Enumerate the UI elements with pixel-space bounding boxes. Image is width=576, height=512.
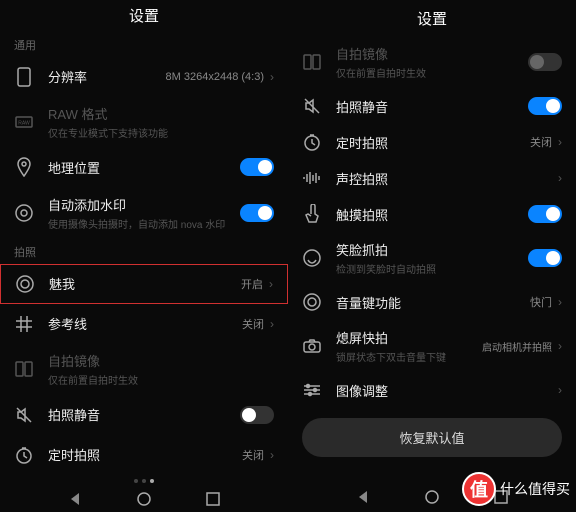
section-photo: 拍照 — [0, 238, 288, 264]
page-title: 设置 — [0, 0, 288, 31]
restore-defaults-button[interactable]: 恢复默认值 — [302, 418, 562, 457]
nav-recent-icon[interactable] — [201, 487, 225, 511]
row-raw: RAW RAW 格式仅在专业模式下支持该功能 — [0, 97, 288, 148]
smile-icon — [302, 248, 322, 268]
mute-icon — [302, 96, 322, 116]
chevron-right-icon: › — [558, 171, 562, 185]
row-quickshot[interactable]: 熄屏快拍锁屏状态下双击音量下键 启动相机并拍照 › — [288, 320, 576, 372]
mirror-icon — [302, 52, 322, 72]
timer-icon — [14, 445, 34, 465]
watermark-icon — [14, 203, 34, 223]
chevron-right-icon: › — [558, 135, 562, 149]
row-smile[interactable]: 笑脸抓拍检测到笑脸时自动拍照 — [288, 232, 576, 284]
navbar-left — [0, 487, 288, 512]
toggle-touch[interactable] — [528, 205, 562, 223]
row-timer-right[interactable]: 定时拍照 关闭 › — [288, 124, 576, 160]
badge-logo-icon: 值 — [462, 472, 496, 506]
toggle-mute-right[interactable] — [528, 97, 562, 115]
row-mute-left[interactable]: 拍照静音 — [0, 395, 288, 435]
row-grid[interactable]: 参考线 关闭 › — [0, 304, 288, 344]
row-mirror-right: 自拍镜像仅在前置自拍时生效 — [288, 36, 576, 88]
nav-home-icon[interactable] — [132, 487, 156, 511]
row-mirror-left: 自拍镜像仅在前置自拍时生效 — [0, 344, 288, 395]
row-watermark[interactable]: 自动添加水印使用摄像头拍摄时，自动添加 nova 水印 — [0, 187, 288, 238]
voice-icon — [302, 168, 322, 188]
chevron-right-icon: › — [270, 317, 274, 331]
svg-text:RAW: RAW — [18, 120, 30, 126]
row-geo[interactable]: 地理位置 — [0, 147, 288, 187]
right-screen: 设置 自拍镜像仅在前置自拍时生效 拍照静音 定时拍照 关闭 › 声控拍照 › 触… — [288, 0, 576, 512]
volume-key-icon — [302, 292, 322, 312]
row-volkey[interactable]: 音量键功能 快门 › — [288, 284, 576, 320]
camera-icon — [302, 336, 322, 356]
timer-icon — [302, 132, 322, 152]
page-dots — [0, 475, 288, 487]
row-mute-right[interactable]: 拍照静音 — [288, 88, 576, 124]
raw-icon: RAW — [14, 112, 34, 132]
location-icon — [14, 157, 34, 177]
sliders-icon — [302, 380, 322, 400]
row-adjust[interactable]: 图像调整 › — [288, 372, 576, 408]
grid-icon — [14, 314, 34, 334]
resolution-icon — [14, 67, 34, 87]
toggle-watermark[interactable] — [240, 204, 274, 222]
chevron-right-icon: › — [269, 277, 273, 291]
mute-icon — [14, 405, 34, 425]
chevron-right-icon: › — [558, 383, 562, 397]
row-meiwo[interactable]: 魅我 开启 › — [0, 264, 288, 304]
toggle-mute-left[interactable] — [240, 406, 274, 424]
row-resolution[interactable]: 分辨率 8M 3264x2448 (4:3) › — [0, 57, 288, 97]
chevron-right-icon: › — [558, 295, 562, 309]
page-title: 设置 — [288, 0, 576, 36]
section-general: 通用 — [0, 31, 288, 57]
toggle-geo[interactable] — [240, 158, 274, 176]
watermark-badge: 值 什么值得买 — [462, 472, 570, 506]
face-icon — [15, 274, 35, 294]
toggle-mirror-right[interactable] — [528, 53, 562, 71]
nav-back-icon[interactable] — [63, 487, 87, 511]
mirror-icon — [14, 359, 34, 379]
toggle-smile[interactable] — [528, 249, 562, 267]
nav-home-icon[interactable] — [420, 485, 444, 509]
touch-icon — [302, 204, 322, 224]
left-screen: 设置 通用 分辨率 8M 3264x2448 (4:3) › RAW RAW 格… — [0, 0, 288, 512]
row-timer-left[interactable]: 定时拍照 关闭 › — [0, 435, 288, 475]
nav-back-icon[interactable] — [351, 485, 375, 509]
row-voice[interactable]: 声控拍照 › — [288, 160, 576, 196]
chevron-right-icon: › — [558, 339, 562, 353]
chevron-right-icon: › — [270, 448, 274, 462]
chevron-right-icon: › — [270, 70, 274, 84]
row-touch[interactable]: 触摸拍照 — [288, 196, 576, 232]
